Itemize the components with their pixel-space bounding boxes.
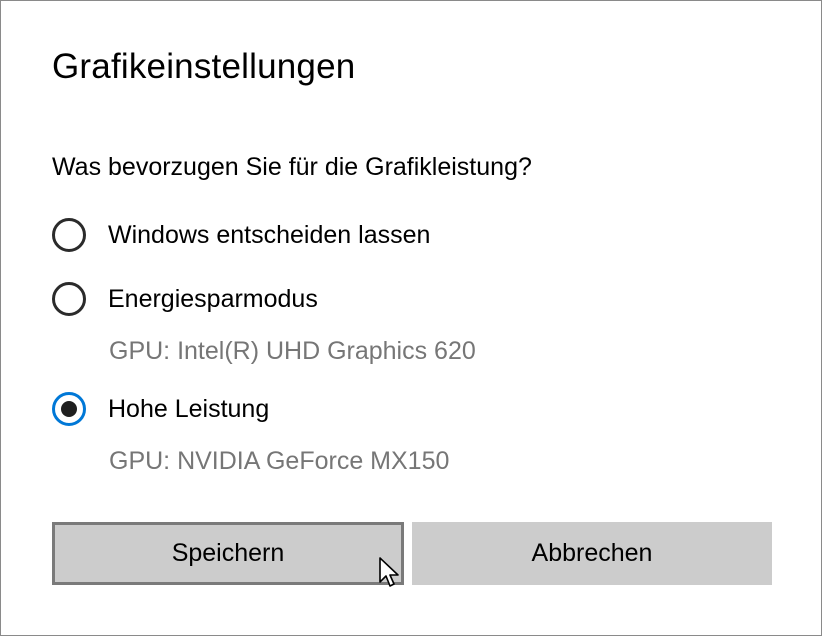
radio-button-unchecked[interactable] xyxy=(52,282,86,316)
cancel-button-label: Abbrechen xyxy=(531,539,653,567)
option-label: Hohe Leistung xyxy=(108,394,270,423)
option-label: Energiesparmodus xyxy=(108,284,318,313)
save-button-label: Speichern xyxy=(171,539,285,567)
save-button[interactable]: Speichern xyxy=(52,522,404,585)
radio-option-power-saving[interactable]: Energiesparmodus xyxy=(52,279,318,319)
radio-button-unchecked[interactable] xyxy=(52,218,86,252)
dialog-title: Grafikeinstellungen xyxy=(52,47,356,86)
radio-dot-icon xyxy=(61,401,77,417)
radio-option-let-windows-decide[interactable]: Windows entscheiden lassen xyxy=(52,215,430,255)
performance-question: Was bevorzugen Sie für die Grafikleistun… xyxy=(52,153,532,181)
radio-option-high-performance[interactable]: Hohe Leistung xyxy=(52,389,269,429)
gpu-info-power-saving: GPU: Intel(R) UHD Graphics 620 xyxy=(109,337,476,365)
graphics-settings-dialog: Grafikeinstellungen Was bevorzugen Sie f… xyxy=(0,0,822,636)
cancel-button[interactable]: Abbrechen xyxy=(412,522,772,585)
radio-button-checked[interactable] xyxy=(52,392,86,426)
mouse-pointer-icon xyxy=(379,557,399,587)
option-label: Windows entscheiden lassen xyxy=(108,220,431,249)
gpu-info-high-performance: GPU: NVIDIA GeForce MX150 xyxy=(109,447,450,475)
